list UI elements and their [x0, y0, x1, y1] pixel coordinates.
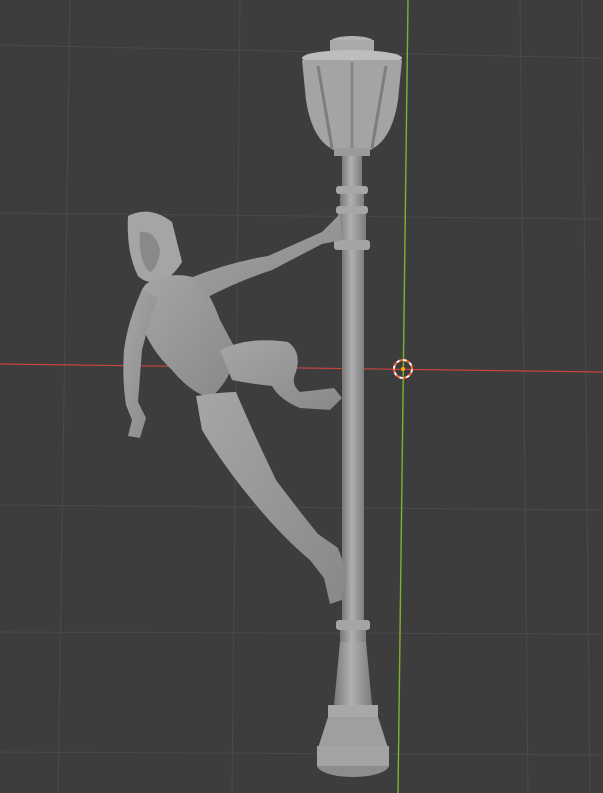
y-axis-line [397, 0, 409, 793]
viewport-canvas[interactable] [0, 0, 603, 793]
x-axis-line [0, 363, 603, 373]
3d-viewport[interactable] [0, 0, 603, 793]
